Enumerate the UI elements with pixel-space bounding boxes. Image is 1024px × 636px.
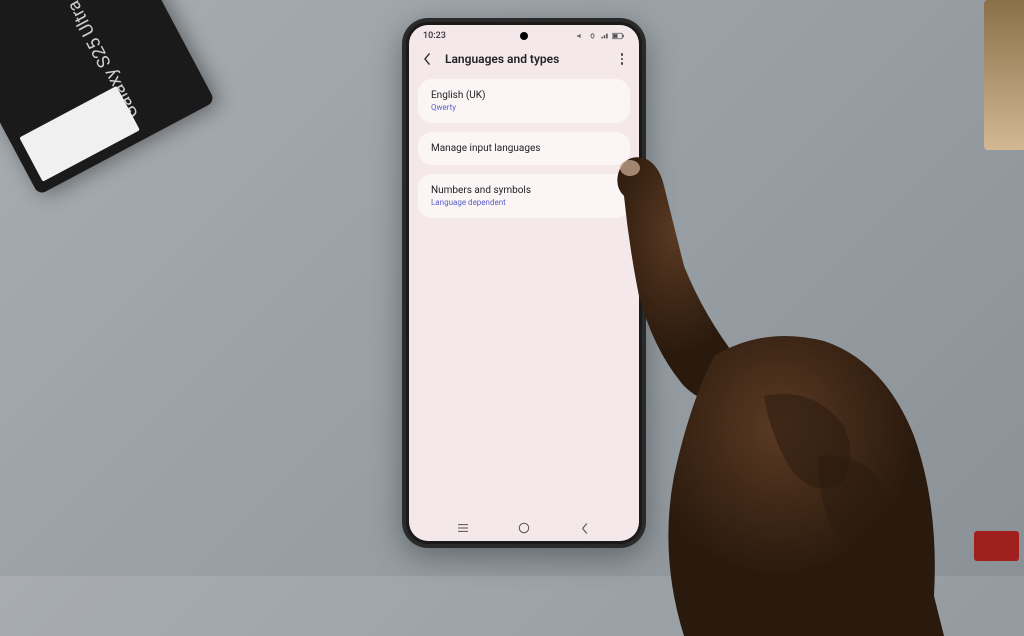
title-bar: Languages and types: [409, 43, 639, 79]
more-options-button[interactable]: [615, 51, 629, 67]
language-item-english-uk[interactable]: English (UK) Qwerty: [418, 79, 630, 123]
product-box-barcode: [19, 86, 140, 182]
list-item-title: Manage input languages: [431, 143, 617, 154]
product-box: Galaxy S25 Ultra: [0, 0, 215, 195]
more-options-dot-icon: [621, 53, 624, 56]
background-object-wood: [984, 0, 1024, 150]
nav-recents-button[interactable]: [454, 521, 472, 535]
battery-icon: [612, 32, 625, 40]
status-indicators: [576, 32, 625, 40]
home-icon: [518, 522, 530, 534]
front-camera: [520, 32, 528, 40]
list-item-subtitle: Qwerty: [431, 103, 617, 112]
list-item-subtitle: Language dependent: [431, 198, 617, 207]
navigation-bar: [409, 521, 639, 535]
chevron-left-icon: [423, 53, 432, 65]
phone-screen: 10:23 Languages and types: [409, 25, 639, 541]
signal-icon: [600, 32, 609, 40]
manage-input-languages-item[interactable]: Manage input languages: [418, 132, 630, 165]
sound-icon: [576, 32, 585, 40]
more-options-dot-icon: [621, 62, 624, 65]
more-options-dot-icon: [621, 58, 624, 61]
nav-back-button[interactable]: [576, 521, 594, 535]
list-item-title: Numbers and symbols: [431, 185, 617, 196]
list-item-title: English (UK): [431, 90, 617, 101]
page-title: Languages and types: [445, 52, 605, 66]
recents-icon: [456, 523, 470, 533]
nav-home-button[interactable]: [515, 521, 533, 535]
settings-list: English (UK) Qwerty Manage input languag…: [409, 79, 639, 218]
status-time: 10:23: [423, 31, 446, 41]
numbers-and-symbols-item[interactable]: Numbers and symbols Language dependent: [418, 174, 630, 218]
wifi-icon: [588, 32, 597, 40]
background-object-red: [974, 531, 1019, 561]
nav-back-icon: [581, 523, 589, 534]
phone-device: 10:23 Languages and types: [402, 18, 646, 548]
back-button[interactable]: [419, 51, 435, 67]
